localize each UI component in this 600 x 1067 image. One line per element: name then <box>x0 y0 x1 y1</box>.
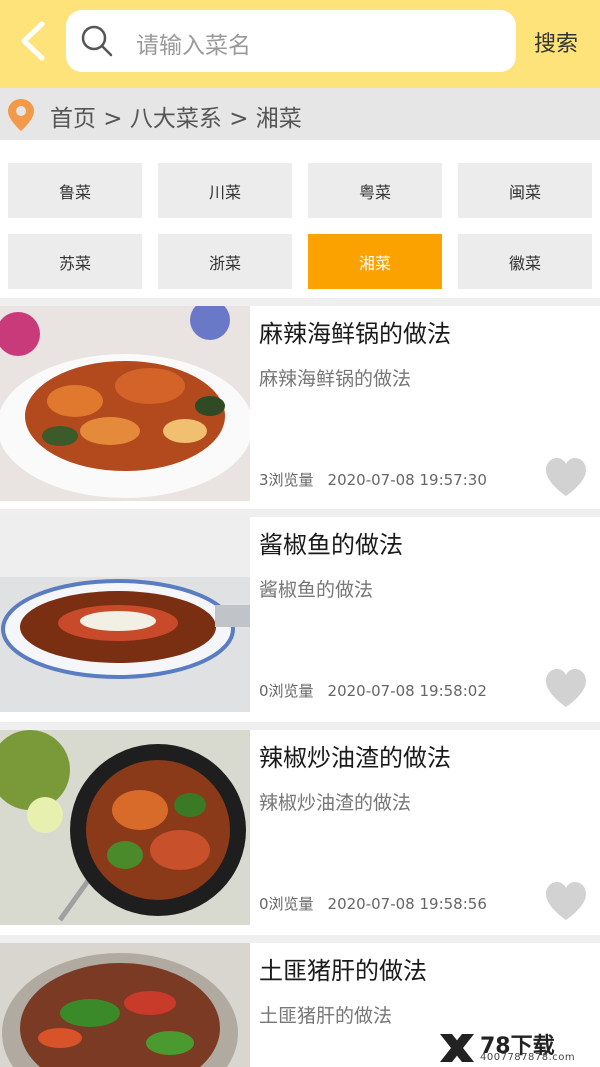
recipe-title: 酱椒鱼的做法 <box>259 531 403 559</box>
recipe-item[interactable]: 麻辣海鲜锅的做法 麻辣海鲜锅的做法 3浏览量 2020-07-08 19:57:3… <box>0 306 600 509</box>
publish-time: 2020-07-08 19:57:30 <box>327 471 487 489</box>
category-chuan[interactable]: 川菜 <box>158 163 292 218</box>
view-count: 0浏览量 <box>259 682 314 700</box>
divider <box>0 298 600 306</box>
location-pin-icon <box>8 99 34 131</box>
heart-icon[interactable] <box>543 456 589 498</box>
recipe-item[interactable]: 辣椒炒油渣的做法 辣椒炒油渣的做法 0浏览量 2020-07-08 19:58:5… <box>0 730 600 933</box>
divider <box>0 722 600 730</box>
search-field[interactable]: 请输入菜名 <box>66 10 516 72</box>
recipe-title: 土匪猪肝的做法 <box>259 957 427 985</box>
breadcrumb: 首页 > 八大菜系 > 湘菜 <box>0 88 600 140</box>
view-count: 0浏览量 <box>259 895 314 913</box>
top-bar: 请输入菜名 搜索 <box>0 0 600 88</box>
breadcrumb-text[interactable]: 首页 > 八大菜系 > 湘菜 <box>50 99 302 133</box>
publish-time: 2020-07-08 19:58:02 <box>327 682 487 700</box>
category-xiang[interactable]: 湘菜 <box>308 234 442 289</box>
recipe-image <box>0 517 250 712</box>
x-logo-icon <box>440 1034 474 1062</box>
divider <box>0 935 600 943</box>
recipe-subtitle: 酱椒鱼的做法 <box>259 579 374 601</box>
recipe-subtitle: 麻辣海鲜锅的做法 <box>259 368 412 390</box>
recipe-subtitle: 土匪猪肝的做法 <box>259 1005 393 1027</box>
recipe-meta: 3浏览量 2020-07-08 19:57:30 <box>259 469 487 490</box>
back-arrow-icon[interactable] <box>14 18 54 64</box>
watermark-logo: 78下载 4007787878.com <box>438 1030 598 1066</box>
heart-icon[interactable] <box>543 880 589 922</box>
category-hui[interactable]: 徽菜 <box>458 234 592 289</box>
publish-time: 2020-07-08 19:58:56 <box>327 895 487 913</box>
category-su[interactable]: 苏菜 <box>8 234 142 289</box>
recipe-image <box>0 943 250 1067</box>
category-yue[interactable]: 粤菜 <box>308 163 442 218</box>
recipe-title: 麻辣海鲜锅的做法 <box>259 320 451 348</box>
search-icon <box>81 25 113 57</box>
search-button[interactable]: 搜索 <box>534 26 578 58</box>
recipe-image <box>0 306 250 501</box>
recipe-title: 辣椒炒油渣的做法 <box>259 744 451 772</box>
category-min[interactable]: 闽菜 <box>458 163 592 218</box>
view-count: 3浏览量 <box>259 471 314 489</box>
recipe-meta: 0浏览量 2020-07-08 19:58:02 <box>259 680 487 701</box>
recipe-image <box>0 730 250 925</box>
category-lu[interactable]: 鲁菜 <box>8 163 142 218</box>
search-input[interactable]: 请输入菜名 <box>136 26 251 60</box>
recipe-meta: 0浏览量 2020-07-08 19:58:56 <box>259 893 487 914</box>
category-zhe[interactable]: 浙菜 <box>158 234 292 289</box>
watermark-url: 4007787878.com <box>480 1052 576 1063</box>
recipe-subtitle: 辣椒炒油渣的做法 <box>259 792 412 814</box>
divider <box>0 509 600 517</box>
recipe-item[interactable]: 酱椒鱼的做法 酱椒鱼的做法 0浏览量 2020-07-08 19:58:02 <box>0 517 600 720</box>
heart-icon[interactable] <box>543 667 589 709</box>
